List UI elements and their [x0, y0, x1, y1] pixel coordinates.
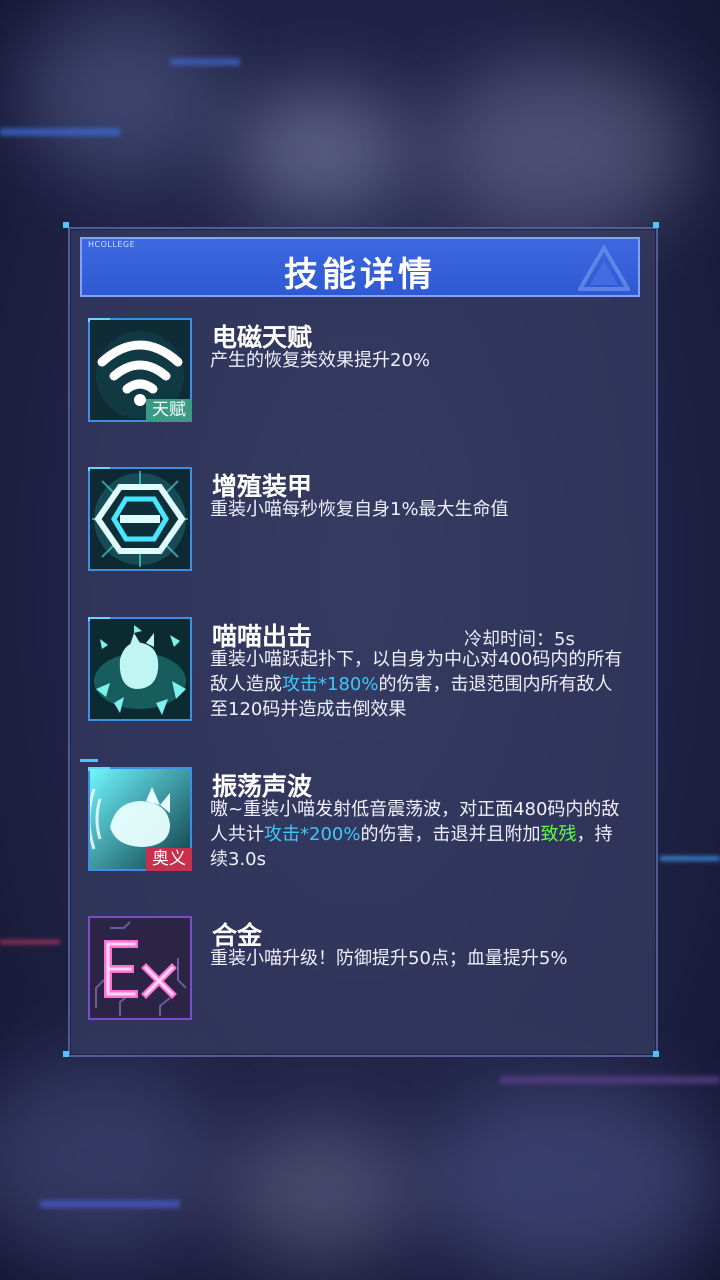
skill-item-proliferating-armor[interactable]: 增殖装甲 重装小喵每秒恢复自身1%最大生命值	[88, 467, 628, 577]
armor-hexagon-icon	[90, 469, 190, 569]
attack-scaling-highlight: 攻击*180%	[282, 674, 379, 695]
ultimate-badge: 奥义	[146, 848, 192, 871]
skill-icon-frame	[88, 467, 192, 571]
panel-title-bar: HCOLLEGE 技能详情	[80, 237, 640, 297]
page-title: 技能详情	[284, 255, 436, 295]
skill-item-alloy[interactable]: 合金 重装小喵升级！防御提升50点；血量提升5%	[88, 916, 628, 1026]
skill-icon-frame: 天赋	[88, 318, 192, 422]
panel-corner-marker	[653, 222, 659, 228]
skill-description: 重装小喵每秒恢复自身1%最大生命值	[210, 499, 509, 520]
ex-circuit-icon	[90, 918, 190, 1018]
skill-description: 嗷~重装小喵发射低音震荡波，对正面480码内的敌人共计攻击*200%的伤害，击退…	[210, 799, 620, 870]
cripple-status-highlight: 致残	[540, 824, 577, 845]
brand-logo-icon	[578, 245, 630, 291]
skill-item-sonic-wave[interactable]: 奥义 振荡声波 嗷~重装小喵发射低音震荡波，对正面480码内的敌人共计攻击*20…	[80, 759, 628, 877]
skill-description: 重装小喵升级！防御提升50点；血量提升5%	[210, 948, 568, 969]
skill-icon-frame	[88, 617, 192, 721]
skill-icon-frame	[88, 916, 192, 1020]
frame-corner-marker	[80, 759, 98, 762]
panel-corner-marker	[653, 1051, 659, 1057]
panel-corner-marker	[63, 222, 69, 228]
attack-scaling-highlight: 攻击*200%	[264, 824, 361, 845]
skill-item-meow-strike[interactable]: 喵喵出击 冷却时间：5s 重装小喵跃起扑下，以自身为中心对400码内的所有敌人造…	[88, 617, 628, 747]
skill-item-electromagnetic-talent[interactable]: 天赋 电磁天赋 产生的恢复类效果提升20%	[88, 318, 628, 428]
skill-icon-frame: 奥义	[88, 767, 192, 871]
skill-description: 产生的恢复类效果提升20%	[210, 350, 431, 371]
panel-corner-marker	[63, 1051, 69, 1057]
cat-pounce-icon	[90, 619, 190, 719]
talent-badge: 天赋	[146, 399, 192, 422]
skill-description: 重装小喵跃起扑下，以自身为中心对400码内的所有敌人造成攻击*180%的伤害，击…	[210, 649, 623, 720]
